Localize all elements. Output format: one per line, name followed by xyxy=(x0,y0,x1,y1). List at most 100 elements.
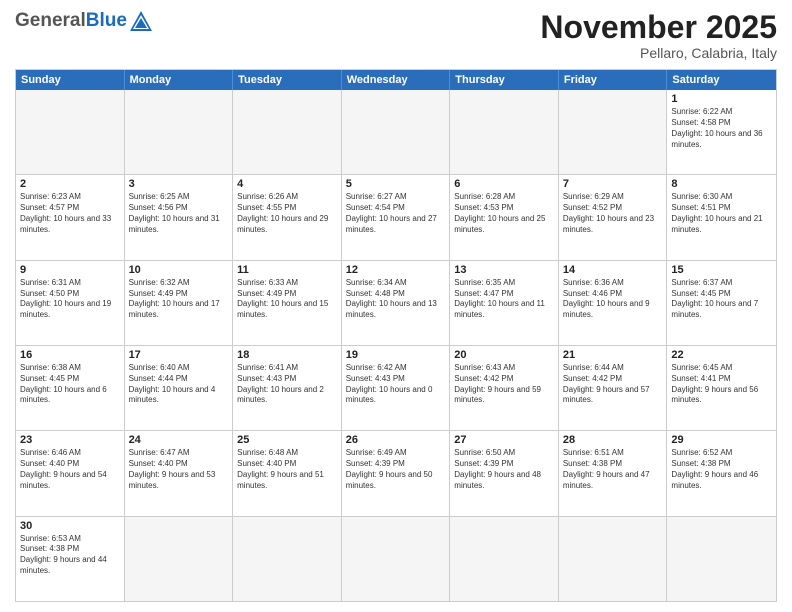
day-info: Sunrise: 6:45 AMSunset: 4:41 PMDaylight:… xyxy=(671,363,772,406)
calendar-cell xyxy=(233,90,342,174)
day-number: 24 xyxy=(129,434,229,446)
day-info: Sunrise: 6:22 AMSunset: 4:58 PMDaylight:… xyxy=(671,107,772,150)
calendar-cell: 25Sunrise: 6:48 AMSunset: 4:40 PMDayligh… xyxy=(233,431,342,515)
day-number: 22 xyxy=(671,349,772,361)
calendar-cell xyxy=(16,90,125,174)
calendar-cell: 16 Sunrise: 6:38 AMSunset: 4:45 PMDayligh… xyxy=(16,346,125,430)
calendar-cell: 28Sunrise: 6:51 AMSunset: 4:38 PMDayligh… xyxy=(559,431,668,515)
calendar-week-3: 16 Sunrise: 6:38 AMSunset: 4:45 PMDayligh… xyxy=(16,345,776,430)
calendar-cell xyxy=(559,90,668,174)
calendar-cell: 15 Sunrise: 6:37 AMSunset: 4:45 PMDayligh… xyxy=(667,261,776,345)
calendar: Sunday Monday Tuesday Wednesday Thursday… xyxy=(15,69,777,602)
day-number: 20 xyxy=(454,349,554,361)
day-number: 7 xyxy=(563,178,663,190)
day-number: 30 xyxy=(20,520,120,532)
day-number: 21 xyxy=(563,349,663,361)
calendar-body: 1 Sunrise: 6:22 AMSunset: 4:58 PMDaylight… xyxy=(16,90,776,601)
calendar-cell: 17 Sunrise: 6:40 AMSunset: 4:44 PMDayligh… xyxy=(125,346,234,430)
calendar-cell xyxy=(450,90,559,174)
day-number: 14 xyxy=(563,264,663,276)
day-info: Sunrise: 6:43 AMSunset: 4:42 PMDaylight:… xyxy=(454,363,554,406)
header-wednesday: Wednesday xyxy=(342,70,451,90)
day-number: 16 xyxy=(20,349,120,361)
calendar-cell: 7Sunrise: 6:29 AMSunset: 4:52 PMDaylight… xyxy=(559,175,668,259)
day-info: Sunrise: 6:33 AMSunset: 4:49 PMDaylight:… xyxy=(237,278,337,321)
day-number: 27 xyxy=(454,434,554,446)
calendar-week-4: 23Sunrise: 6:46 AMSunset: 4:40 PMDayligh… xyxy=(16,430,776,515)
day-info: Sunrise: 6:34 AMSunset: 4:48 PMDaylight:… xyxy=(346,278,446,321)
day-info: Sunrise: 6:32 AMSunset: 4:49 PMDaylight:… xyxy=(129,278,229,321)
calendar-week-1: 2Sunrise: 6:23 AMSunset: 4:57 PMDaylight… xyxy=(16,174,776,259)
day-number: 4 xyxy=(237,178,337,190)
day-number: 13 xyxy=(454,264,554,276)
logo-triangle-icon xyxy=(130,11,152,31)
logo-blue-text: Blue xyxy=(86,10,127,32)
calendar-cell: 18Sunrise: 6:41 AMSunset: 4:43 PMDayligh… xyxy=(233,346,342,430)
day-info: Sunrise: 6:35 AMSunset: 4:47 PMDaylight:… xyxy=(454,278,554,321)
day-number: 25 xyxy=(237,434,337,446)
day-info: Sunrise: 6:30 AMSunset: 4:51 PMDaylight:… xyxy=(671,192,772,235)
day-info: Sunrise: 6:44 AMSunset: 4:42 PMDaylight:… xyxy=(563,363,663,406)
logo-general-text: General xyxy=(15,10,86,32)
calendar-cell: 12 Sunrise: 6:34 AMSunset: 4:48 PMDayligh… xyxy=(342,261,451,345)
calendar-cell: 29Sunrise: 6:52 AMSunset: 4:38 PMDayligh… xyxy=(667,431,776,515)
day-info: Sunrise: 6:49 AMSunset: 4:39 PMDaylight:… xyxy=(346,448,446,491)
day-info: Sunrise: 6:47 AMSunset: 4:40 PMDaylight:… xyxy=(129,448,229,491)
month-title: November 2025 xyxy=(540,10,777,45)
day-info: Sunrise: 6:28 AMSunset: 4:53 PMDaylight:… xyxy=(454,192,554,235)
day-info: Sunrise: 6:38 AMSunset: 4:45 PMDaylight:… xyxy=(20,363,120,406)
calendar-header: Sunday Monday Tuesday Wednesday Thursday… xyxy=(16,70,776,90)
day-info: Sunrise: 6:31 AMSunset: 4:50 PMDaylight:… xyxy=(20,278,120,321)
calendar-cell: 26Sunrise: 6:49 AMSunset: 4:39 PMDayligh… xyxy=(342,431,451,515)
day-number: 8 xyxy=(671,178,772,190)
calendar-cell: 22 Sunrise: 6:45 AMSunset: 4:41 PMDayligh… xyxy=(667,346,776,430)
day-info: Sunrise: 6:26 AMSunset: 4:55 PMDaylight:… xyxy=(237,192,337,235)
header: General Blue November 2025 Pellaro, Cala… xyxy=(15,10,777,61)
calendar-cell xyxy=(559,517,668,601)
day-number: 6 xyxy=(454,178,554,190)
day-info: Sunrise: 6:42 AMSunset: 4:43 PMDaylight:… xyxy=(346,363,446,406)
calendar-cell: 23Sunrise: 6:46 AMSunset: 4:40 PMDayligh… xyxy=(16,431,125,515)
calendar-cell: 3Sunrise: 6:25 AMSunset: 4:56 PMDaylight… xyxy=(125,175,234,259)
day-number: 1 xyxy=(671,93,772,105)
day-number: 3 xyxy=(129,178,229,190)
calendar-cell: 19Sunrise: 6:42 AMSunset: 4:43 PMDayligh… xyxy=(342,346,451,430)
logo: General Blue xyxy=(15,10,152,32)
day-info: Sunrise: 6:23 AMSunset: 4:57 PMDaylight:… xyxy=(20,192,120,235)
calendar-week-5: 30 Sunrise: 6:53 AMSunset: 4:38 PMDayligh… xyxy=(16,516,776,601)
header-friday: Friday xyxy=(559,70,668,90)
title-section: November 2025 Pellaro, Calabria, Italy xyxy=(540,10,777,61)
page: General Blue November 2025 Pellaro, Cala… xyxy=(0,0,792,612)
calendar-cell xyxy=(667,517,776,601)
calendar-cell: 11Sunrise: 6:33 AMSunset: 4:49 PMDayligh… xyxy=(233,261,342,345)
day-number: 12 xyxy=(346,264,446,276)
calendar-cell xyxy=(125,90,234,174)
calendar-cell: 20 Sunrise: 6:43 AMSunset: 4:42 PMDayligh… xyxy=(450,346,559,430)
day-number: 15 xyxy=(671,264,772,276)
day-info: Sunrise: 6:53 AMSunset: 4:38 PMDaylight:… xyxy=(20,534,120,577)
day-info: Sunrise: 6:40 AMSunset: 4:44 PMDaylight:… xyxy=(129,363,229,406)
header-sunday: Sunday xyxy=(16,70,125,90)
day-info: Sunrise: 6:50 AMSunset: 4:39 PMDaylight:… xyxy=(454,448,554,491)
day-number: 17 xyxy=(129,349,229,361)
header-saturday: Saturday xyxy=(667,70,776,90)
day-number: 28 xyxy=(563,434,663,446)
header-thursday: Thursday xyxy=(450,70,559,90)
day-number: 18 xyxy=(237,349,337,361)
calendar-cell xyxy=(342,90,451,174)
calendar-cell xyxy=(342,517,451,601)
calendar-week-0: 1 Sunrise: 6:22 AMSunset: 4:58 PMDaylight… xyxy=(16,90,776,174)
calendar-cell xyxy=(233,517,342,601)
header-monday: Monday xyxy=(125,70,234,90)
calendar-cell: 5 Sunrise: 6:27 AMSunset: 4:54 PMDaylight… xyxy=(342,175,451,259)
calendar-week-2: 9Sunrise: 6:31 AMSunset: 4:50 PMDaylight… xyxy=(16,260,776,345)
calendar-cell xyxy=(450,517,559,601)
calendar-cell: 9Sunrise: 6:31 AMSunset: 4:50 PMDaylight… xyxy=(16,261,125,345)
day-info: Sunrise: 6:52 AMSunset: 4:38 PMDaylight:… xyxy=(671,448,772,491)
day-info: Sunrise: 6:37 AMSunset: 4:45 PMDaylight:… xyxy=(671,278,772,321)
day-info: Sunrise: 6:27 AMSunset: 4:54 PMDaylight:… xyxy=(346,192,446,235)
calendar-cell: 21 Sunrise: 6:44 AMSunset: 4:42 PMDayligh… xyxy=(559,346,668,430)
day-number: 23 xyxy=(20,434,120,446)
day-number: 5 xyxy=(346,178,446,190)
calendar-cell: 30 Sunrise: 6:53 AMSunset: 4:38 PMDayligh… xyxy=(16,517,125,601)
